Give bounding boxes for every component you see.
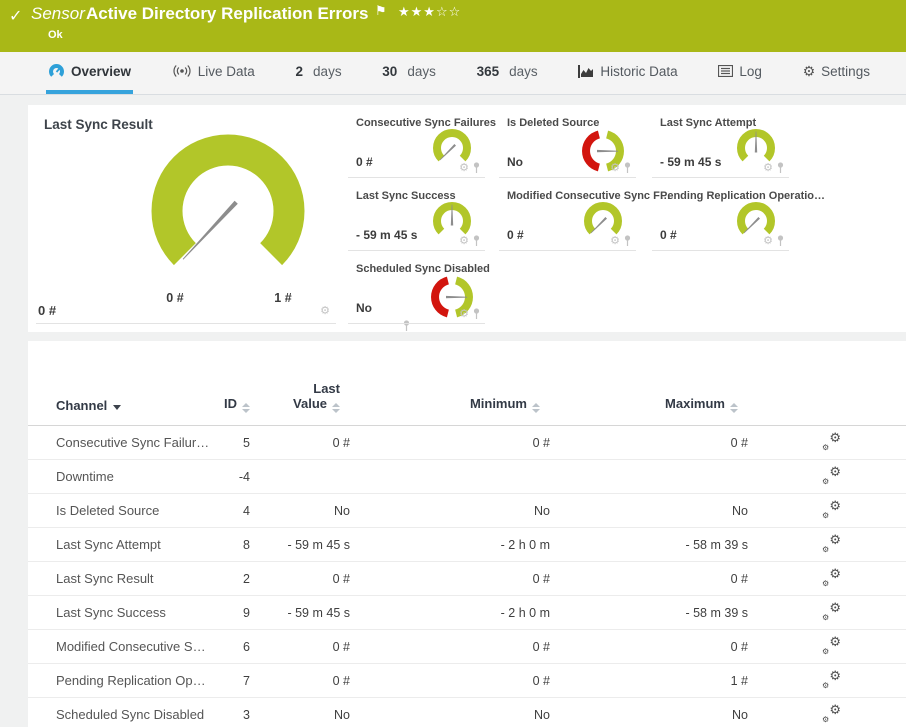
gauge-scheduled-sync-disabled: Scheduled Sync Disabled No ⚙ — [348, 251, 490, 324]
channel-settings-icon[interactable]: ⚙ ⚙ — [822, 532, 841, 554]
gauge-settings-gear-icon[interactable]: ⚙ — [320, 306, 330, 317]
table-row-is-deleted-source[interactable]: Is Deleted Source 4 No No No ⚙ ⚙ — [28, 494, 906, 528]
mini-gauge-dial — [584, 202, 622, 235]
sort-icon — [242, 403, 250, 413]
table-row-pending-replication-operations[interactable]: Pending Replication Op… 7 0 # 0 # 1 # ⚙ ⚙ — [28, 664, 906, 698]
pin-icon[interactable] — [472, 308, 481, 320]
sensor-status-badge: Ok — [48, 29, 63, 41]
gauge-last-sync-attempt: Last Sync Attempt - 59 m 45 s ⚙ — [652, 105, 789, 178]
gauge-scale-max: 1 # — [274, 291, 292, 305]
tab-live-data[interactable]: Live Data — [170, 52, 257, 94]
gauge-pending-replication-operations: Pending Replication Operatio… 0 # ⚙ — [652, 178, 825, 251]
column-header-maximum[interactable]: Maximum — [550, 396, 748, 425]
column-header-minimum[interactable]: Minimum — [350, 396, 550, 425]
sensor-title: Active Directory Replication Errors — [86, 4, 369, 23]
table-row-last-sync-attempt[interactable]: Last Sync Attempt 8 - 59 m 45 s - 2 h 0 … — [28, 528, 906, 562]
gauge-icon — [49, 64, 64, 77]
channel-table-header: Channel ID Last Value Minimum Maximum — [28, 341, 906, 426]
tab-historic-data[interactable]: Historic Data — [576, 52, 679, 94]
status-check-icon: ✓ — [9, 8, 23, 25]
sensor-status-header: ✓ Sensor Active Directory Replication Er… — [0, 0, 906, 52]
gear-icon: ⚙ — [802, 63, 816, 79]
main-gauge-dial — [151, 134, 305, 266]
sort-icon — [730, 403, 738, 413]
table-row-last-sync-result[interactable]: Last Sync Result 2 0 # 0 # 0 # ⚙ ⚙ — [28, 562, 906, 596]
gauge-consecutive-sync-failures: Consecutive Sync Failures 0 # ⚙ — [348, 105, 496, 178]
table-row-scheduled-sync-disabled[interactable]: Scheduled Sync Disabled 3 No No No ⚙ ⚙ — [28, 698, 906, 727]
gauge-modified-consecutive-sync-failures: Modified Consecutive Sync F… 0 # ⚙ — [499, 178, 671, 251]
prtg-sensor-page: ✓ Sensor Active Directory Replication Er… — [0, 0, 906, 727]
flag-icon[interactable]: ⚑ — [375, 3, 387, 19]
channel-settings-icon[interactable]: ⚙ ⚙ — [822, 464, 841, 486]
tab-2-days[interactable]: 2 days — [294, 52, 344, 94]
table-row-last-sync-success[interactable]: Last Sync Success 9 - 59 m 45 s - 2 h 0 … — [28, 596, 906, 630]
gauge-is-deleted-source: Is Deleted Source No ⚙ — [499, 105, 636, 178]
pin-icon[interactable] — [623, 235, 632, 247]
column-header-channel[interactable]: Channel — [28, 398, 208, 425]
gauge-settings-gear-icon[interactable]: ⚙ — [610, 235, 620, 247]
channel-settings-icon[interactable]: ⚙ ⚙ — [822, 702, 841, 724]
sort-icon — [532, 403, 540, 413]
tab-365-days[interactable]: 365 days — [475, 52, 540, 94]
gauge-settings-gear-icon[interactable]: ⚙ — [610, 162, 620, 174]
gauges-panel: Last Sync Result 0 # 1 # 0 # ⚙ Consecuti… — [28, 105, 906, 332]
gauge-settings-gear-icon[interactable]: ⚙ — [459, 235, 469, 247]
priority-stars[interactable]: ★★★☆☆ — [398, 4, 461, 20]
tab-30-days[interactable]: 30 days — [380, 52, 438, 94]
channel-settings-icon[interactable]: ⚙ ⚙ — [822, 634, 841, 656]
gauge-last-sync-result: Last Sync Result 0 # 1 # 0 # ⚙ — [36, 105, 410, 331]
tab-overview[interactable]: Overview — [46, 52, 134, 94]
gauge-settings-gear-icon[interactable]: ⚙ — [763, 162, 773, 174]
gauge-scale-min: 0 # — [166, 291, 184, 305]
gauge-settings-gear-icon[interactable]: ⚙ — [763, 235, 773, 247]
tab-settings[interactable]: ⚙ Settings — [801, 52, 872, 94]
channel-settings-icon[interactable]: ⚙ ⚙ — [822, 600, 841, 622]
gauge-settings-gear-icon[interactable]: ⚙ — [459, 308, 469, 320]
mini-gauge-dial — [737, 129, 775, 162]
sort-caret-icon — [113, 405, 122, 410]
table-row-downtime[interactable]: Downtime -4 ⚙ ⚙ — [28, 460, 906, 494]
area-chart-icon — [578, 64, 594, 78]
mini-gauge-dial — [737, 202, 775, 235]
channel-settings-icon[interactable]: ⚙ ⚙ — [822, 668, 841, 690]
broadcast-icon — [173, 65, 191, 77]
pin-icon[interactable] — [623, 162, 632, 174]
pin-icon[interactable] — [472, 235, 481, 247]
channel-settings-icon[interactable]: ⚙ ⚙ — [822, 566, 841, 588]
channel-settings-icon[interactable]: ⚙ ⚙ — [822, 498, 841, 520]
tab-log[interactable]: Log — [716, 52, 764, 94]
pin-icon[interactable] — [472, 162, 481, 174]
channel-settings-icon[interactable]: ⚙ ⚙ — [822, 430, 841, 452]
channel-table-panel: Channel ID Last Value Minimum Maximum Co… — [28, 341, 906, 727]
column-header-last-value[interactable]: Last Value — [250, 381, 350, 425]
gauge-last-sync-success: Last Sync Success - 59 m 45 s ⚙ — [348, 178, 485, 251]
pin-icon[interactable] — [776, 162, 785, 174]
object-kind-label: Sensor — [31, 4, 85, 23]
table-row-modified-consecutive-sync[interactable]: Modified Consecutive S… 6 0 # 0 # 0 # ⚙ ⚙ — [28, 630, 906, 664]
sensor-tab-bar: Overview Live Data 2 days 30 days 365 da… — [0, 52, 906, 95]
mini-gauge-dial — [433, 202, 471, 235]
mini-gauge-dial — [433, 129, 471, 162]
log-list-icon — [718, 65, 734, 77]
gauge-settings-gear-icon[interactable]: ⚙ — [459, 162, 469, 174]
sort-icon — [332, 403, 340, 413]
gauge-value: 0 # — [38, 303, 57, 318]
table-row-consecutive-sync-failures[interactable]: Consecutive Sync Failur… 5 0 # 0 # 0 # ⚙… — [28, 426, 906, 460]
column-header-id[interactable]: ID — [208, 396, 250, 425]
pin-icon[interactable] — [776, 235, 785, 247]
